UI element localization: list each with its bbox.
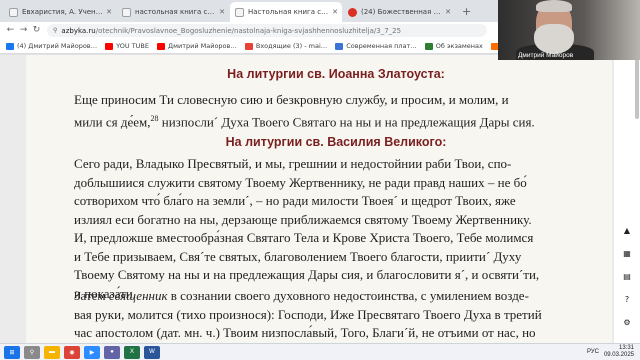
tab-title: настольная книга священно… (135, 8, 216, 16)
start-icon[interactable]: ⊞ (4, 345, 20, 359)
bookmark-label: Современная плат… (346, 42, 417, 50)
forward-icon[interactable]: → (17, 22, 30, 39)
book-icon (122, 7, 131, 17)
close-tab-icon[interactable]: ✕ (332, 8, 338, 16)
vasily-line: и Тебе призываем, Свя´те святых, благово… (74, 248, 522, 264)
paragraph-rubric: Затем священник в сознании своего духовн… (74, 287, 598, 343)
webcam-person-beard (534, 24, 574, 54)
system-tray: РУС 13:31 09.03.2025 (587, 345, 634, 359)
vasily-line: доблышиися служити святому Твоему Жертве… (74, 174, 527, 190)
vasily-line: И, предложше вместообра́зная Святаго Тел… (74, 230, 534, 245)
search-icon[interactable]: ⚲ (24, 345, 40, 359)
zlatoust-line: мили ся де́ем,28 низпосли´ Духа Твоего С… (74, 113, 535, 129)
heading-zlatoust: На литургии св. Иоанна Златоуста: (227, 67, 445, 81)
emphasis: священник (108, 288, 168, 303)
mail-icon (244, 42, 253, 50)
language-indicator[interactable]: РУС (587, 349, 599, 355)
tab-list: Евхаристия, А. Учение Церкв…✕настольная … (4, 2, 456, 22)
scrollbar-thumb[interactable] (635, 59, 639, 119)
tab-title: Евхаристия, А. Учение Церкв… (22, 8, 104, 16)
youtube-icon (348, 7, 357, 17)
browser-icon[interactable]: ◉ (64, 345, 80, 359)
close-tab-icon[interactable]: ✕ (106, 8, 112, 16)
clock-date: 09.03.2025 (603, 352, 634, 358)
scroll-up-icon[interactable]: ▲ (617, 220, 637, 240)
bookmark-label: Об экзаменах (435, 42, 483, 50)
bookmark-4[interactable]: Современная плат… (335, 42, 417, 50)
document-icon[interactable]: ▤ (617, 266, 637, 286)
side-toolbar: ▲ ▦ ▤ ? ⚙ (614, 55, 640, 343)
paragraph-vasily: Сего ради, Владыко Пресвятый, и мы, греш… (74, 155, 598, 303)
rubric-line: вая руки, молится (тихо произнося): Госп… (74, 306, 542, 322)
explorer-icon[interactable]: ▬ (44, 345, 60, 359)
youtube-icon (157, 42, 165, 50)
app-icon[interactable]: ● (104, 345, 120, 359)
url-path: /otechnik/Pravoslavnoe_Bogosluzhenie/nas… (95, 26, 402, 35)
bookmark-icon (424, 42, 433, 50)
webcam-person-hair (536, 0, 572, 12)
book-icon (9, 7, 18, 17)
bookmark-label: YOU TUBE (116, 42, 149, 50)
url-host: azbyka.ru (61, 26, 96, 35)
close-tab-icon[interactable]: ✕ (445, 8, 451, 16)
zlatoust-line: Еще приносим Ти словесную сию и безкровн… (74, 92, 509, 107)
paragraph-zlatoust: Еще приносим Ти словесную сию и безкровн… (74, 91, 598, 131)
tab-2[interactable]: Настольная книга священн…✕ (230, 2, 342, 22)
vasily-line: излиял еси богатно на ны, дерзающе прибл… (74, 211, 532, 227)
webcam-name-label: Дмитрий Майоров (518, 52, 574, 59)
rubric-line: час апостолом (дат. мн. ч.) Твоим низпос… (74, 325, 536, 340)
tab-0[interactable]: Евхаристия, А. Учение Церкв…✕ (4, 2, 116, 22)
close-tab-icon[interactable]: ✕ (219, 8, 225, 16)
bookmark-1[interactable]: YOU TUBE (105, 42, 149, 50)
footnote-ref[interactable]: 28 (151, 114, 159, 123)
bookmark-label: Входящие (3) - mai… (255, 42, 328, 50)
zoom-icon[interactable]: ▶ (84, 345, 100, 359)
bookmark-label: Дмитрий Майоров… (168, 42, 237, 50)
tab-title: (24) Божественная Литургия. Л… (361, 8, 442, 16)
clock-time: 13:31 (618, 345, 634, 351)
address-bar[interactable]: ⚲ azbyka.ru /otechnik/Pravoslavnoe_Bogos… (47, 24, 487, 37)
back-icon[interactable]: ← (4, 22, 17, 39)
tab-1[interactable]: настольная книга священно…✕ (117, 2, 229, 22)
document-viewer[interactable]: На литургии св. Иоанна Златоуста: Еще пр… (0, 55, 614, 343)
help-icon[interactable]: ? (617, 289, 637, 309)
bookmark-5[interactable]: Об экзаменах (424, 42, 483, 50)
new-tab-button[interactable]: + (458, 2, 475, 22)
settings-icon[interactable]: ⚙ (617, 312, 637, 332)
tab-title: Настольная книга священн… (248, 8, 330, 16)
site-info-icon[interactable]: ⚲ (53, 27, 57, 34)
bookmark-label: (4) Дмитрий Майоров… (17, 42, 98, 50)
rubric-line: Затем священник в сознании своего духовн… (74, 288, 529, 303)
facebook-icon (6, 42, 14, 50)
vasily-line: сотворихом что́ бла́го на земли´, – но р… (74, 193, 516, 208)
reload-icon[interactable]: ↻ (30, 22, 43, 39)
clock[interactable]: 13:31 09.03.2025 (604, 345, 634, 359)
tab-3[interactable]: (24) Божественная Литургия. Л…✕ (343, 2, 455, 22)
book-icon (235, 7, 244, 17)
bookmark-icon (335, 42, 344, 50)
document-page: На литургии св. Иоанна Златоуста: Еще пр… (26, 55, 612, 343)
vasily-line: Сего ради, Владыко Пресвятый, и мы, греш… (74, 156, 512, 171)
heading-vasily: На литургии св. Василия Великого: (225, 135, 447, 149)
grid-icon[interactable]: ▦ (617, 243, 637, 263)
bookmark-3[interactable]: Входящие (3) - mai… (244, 42, 328, 50)
bookmark-0[interactable]: (4) Дмитрий Майоров… (6, 42, 97, 50)
taskbar: ⊞ ⚲ ▬ ◉ ▶ ● X W РУС 13:31 09.03.2025 (0, 343, 640, 360)
webcam-overlay: Дмитрий Майоров (498, 0, 640, 60)
youtube-icon (105, 42, 114, 50)
bookmark-2[interactable]: Дмитрий Майоров… (157, 42, 237, 50)
vasily-line: Твоему Святому на ны и на предлежащия Да… (74, 267, 540, 282)
word-icon[interactable]: W (144, 345, 160, 359)
excel-icon[interactable]: X (124, 345, 140, 359)
